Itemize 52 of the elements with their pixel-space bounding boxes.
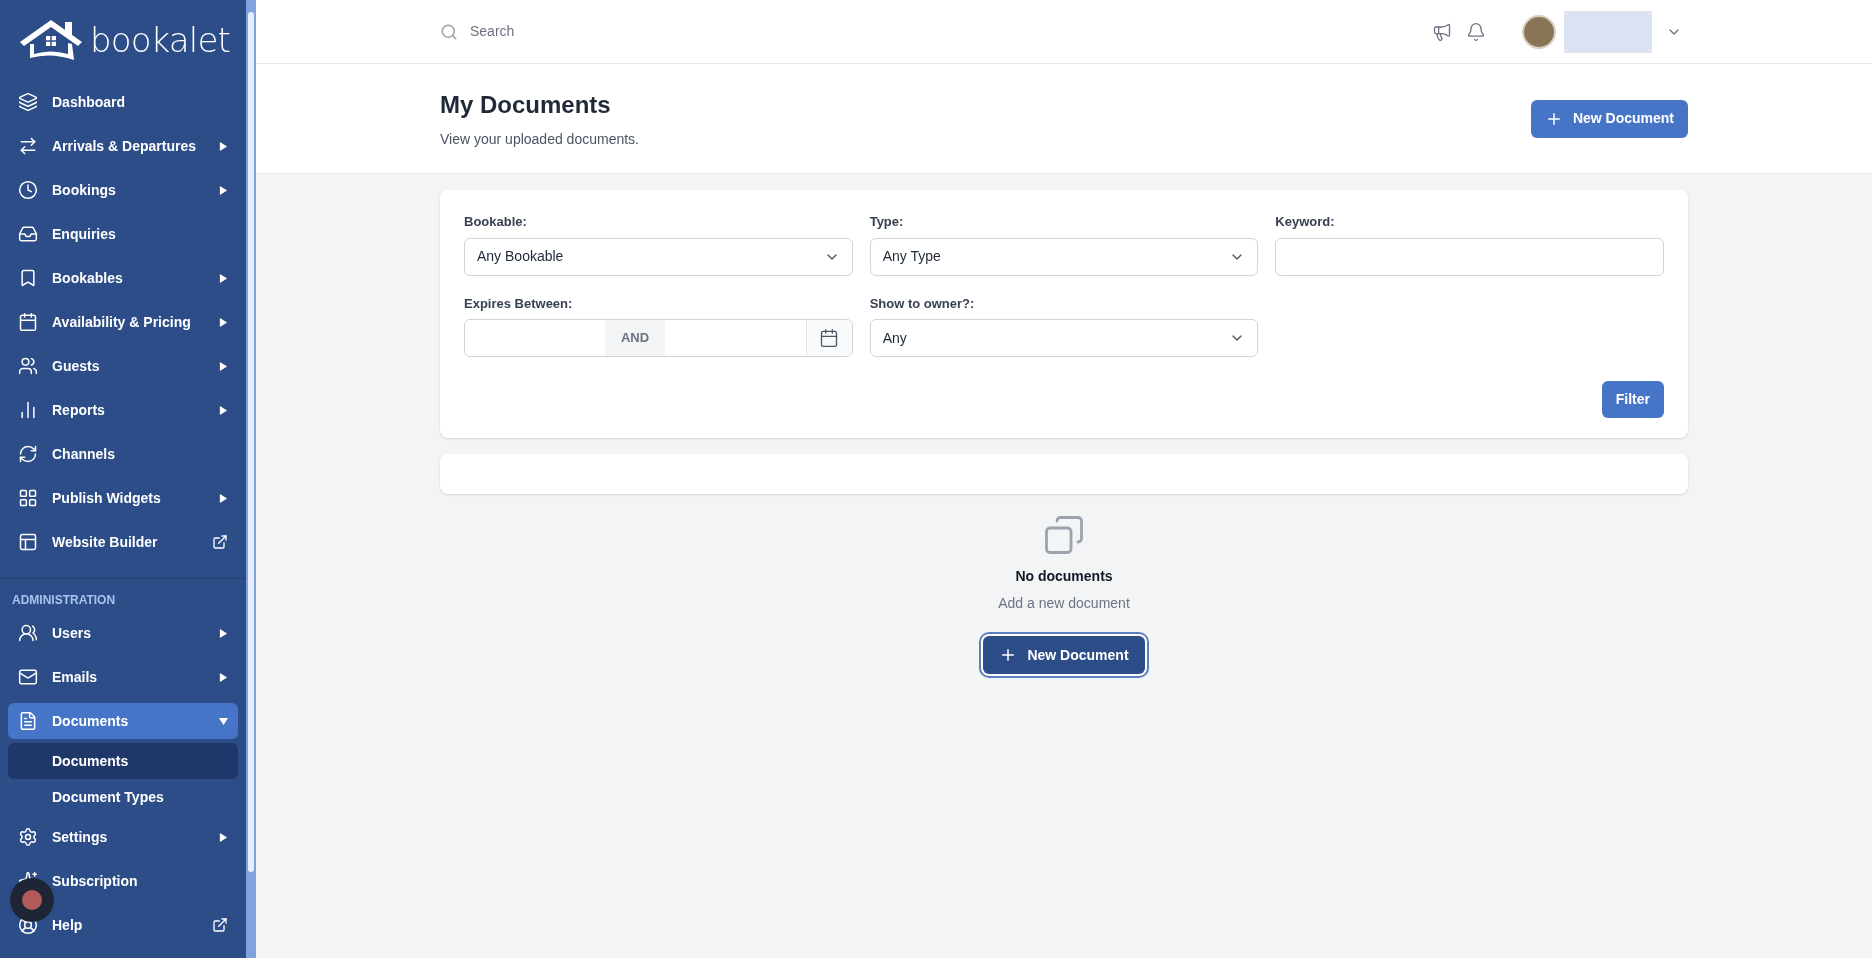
filter-button[interactable]: Filter (1601, 381, 1664, 418)
nav-item[interactable]: Guests (8, 348, 238, 384)
nav-item[interactable]: Channels (8, 436, 238, 472)
nav-item[interactable]: Bookings (8, 172, 238, 208)
field-label: Bookable: (464, 213, 528, 231)
nav-item[interactable]: Documents (8, 703, 238, 739)
nav-label: Guests (52, 356, 100, 376)
nav-label: Enquiries (52, 224, 116, 244)
nav-subitem[interactable]: Documents (8, 743, 238, 779)
section-title: ADMINISTRATION (11, 592, 117, 609)
select-field[interactable]: Any Bookable (464, 237, 853, 276)
select-field[interactable]: Any Type (869, 237, 1259, 276)
nav-item[interactable]: Arrivals & Departures (8, 128, 238, 164)
nav-label: Users (52, 623, 91, 643)
nav-label: Website Builder (52, 532, 158, 552)
page-title: My Documents (440, 90, 612, 120)
field-label: Show to owner?: (869, 294, 976, 313)
page-subtitle: View your uploaded documents. (440, 130, 639, 149)
nav-label: Emails (52, 667, 98, 687)
search-field[interactable]: Search (470, 21, 770, 42)
new-document-button[interactable]: New Document (1530, 99, 1688, 138)
field-label: Type: (869, 213, 905, 231)
nav-label: Subscription (52, 871, 138, 891)
nav-item[interactable]: Emails (8, 659, 238, 695)
empty-message: Add a new document (998, 594, 1130, 613)
nav-label: Channels (52, 444, 115, 464)
nav-item[interactable]: Enquiries (8, 216, 238, 252)
nav-label: Bookings (52, 180, 116, 200)
field-label: Keyword: (1275, 213, 1336, 231)
nav-item[interactable]: Publish Widgets (8, 480, 238, 516)
logo-text: bookalet (90, 23, 230, 57)
nav-label: Settings (52, 827, 108, 847)
nav-item[interactable]: Availability & Pricing (8, 304, 238, 340)
nav-label: Availability & Pricing (52, 312, 191, 332)
nav-item[interactable]: Bookables (8, 260, 238, 296)
nav-label: Publish Widgets (52, 488, 161, 508)
nav-item[interactable]: Reports (8, 392, 238, 428)
nav-label: Arrivals & Departures (52, 136, 196, 156)
nav-item[interactable]: Help (8, 907, 238, 943)
nav-item[interactable]: Settings (8, 819, 238, 855)
nav-item[interactable]: Dashboard (8, 84, 238, 120)
field-label: Expires Between: (464, 294, 574, 313)
select-field[interactable]: Any (869, 319, 1259, 357)
nav-label: Bookables (52, 268, 123, 288)
nav-item[interactable]: Website Builder (8, 524, 238, 560)
nav-label: Dashboard (52, 92, 126, 112)
nav-subitem[interactable]: Document Types (8, 779, 238, 815)
nav-label: Reports (52, 400, 105, 420)
nav-label: Documents (52, 711, 129, 731)
empty-title: No documents (1015, 567, 1113, 586)
nav-item[interactable]: Users (8, 615, 238, 651)
nav-label: Help (52, 915, 83, 935)
